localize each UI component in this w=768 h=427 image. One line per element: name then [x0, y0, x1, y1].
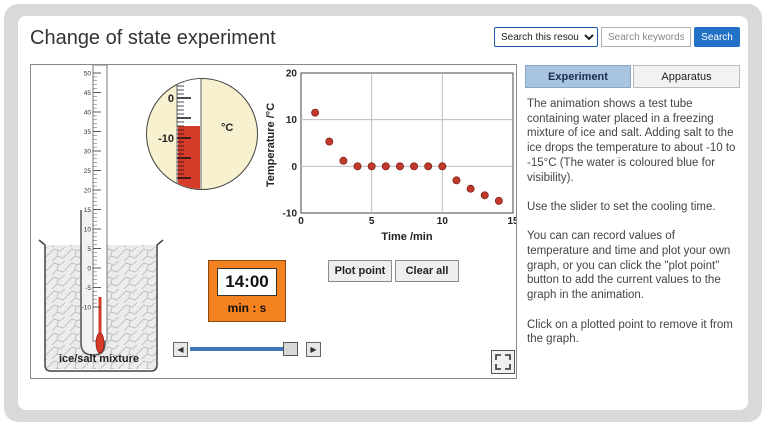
chart-point[interactable] [311, 108, 320, 117]
thermometer-tick-label: 15 [84, 207, 92, 214]
chart-point[interactable] [480, 191, 489, 200]
chart-y-tick-label: 0 [291, 162, 297, 173]
clear-all-button[interactable]: Clear all [395, 260, 459, 282]
simulation-stage: 50 45 40 35 30 25 20 15 10 5 0 -5 -10 0 -10 °C 0 5 10 1… [30, 64, 517, 379]
description-panel: The animation shows a test tube containi… [527, 97, 739, 362]
tab-apparatus[interactable]: Apparatus [633, 65, 740, 88]
thermometer-tick-label: 45 [84, 90, 92, 97]
chart-point[interactable] [381, 162, 390, 171]
timer-panel: 14:00 min : s [208, 260, 286, 322]
chart-x-tick-label: 0 [298, 216, 304, 227]
chart-point[interactable] [395, 162, 404, 171]
description-paragraph: The animation shows a test tube containi… [527, 98, 736, 184]
page-title: Change of state experiment [30, 27, 276, 49]
thermometer-tick-label: 40 [84, 110, 92, 117]
chart-point[interactable] [452, 176, 461, 185]
chart-point[interactable] [353, 162, 362, 171]
thermometer-tick-label: 0 [87, 266, 91, 273]
chart-point[interactable] [424, 162, 433, 171]
chart-point[interactable] [438, 162, 447, 171]
chart-x-tick-label: 10 [437, 216, 449, 227]
thermometer-tick-label: 5 [87, 246, 91, 253]
chart-y-tick-label: -10 [283, 209, 298, 220]
thermometer-tick-label: 35 [84, 129, 92, 136]
chart-point[interactable] [339, 156, 348, 165]
thermometer-tick-label: 30 [84, 149, 92, 156]
thermometer: 50454035302520151050-5-10 [82, 65, 108, 354]
thermometer-bulb [95, 332, 105, 354]
thermometer-tick-label: -10 [82, 305, 92, 312]
chart-point[interactable] [466, 184, 475, 193]
chart-y-tick-label: 20 [286, 69, 298, 80]
search-button[interactable]: Search [694, 27, 740, 47]
thermometer-tick-label: -5 [85, 285, 91, 292]
search-input[interactable] [601, 27, 691, 47]
chart-point[interactable] [410, 162, 419, 171]
fullscreen-icon[interactable] [491, 350, 515, 374]
slider-thumb[interactable] [283, 342, 298, 356]
thermometer-tick-label: 10 [84, 227, 92, 234]
plot-point-button[interactable]: Plot point [328, 260, 392, 282]
search-scope-select[interactable]: Search this resource [494, 27, 598, 47]
mixture-label: ice/salt mixture [58, 353, 140, 365]
description-paragraph: Click on a plotted point to remove it fr… [527, 318, 733, 346]
thermometer-tick-label: 25 [84, 168, 92, 175]
magnifier-minus-ten-label: -10 [158, 133, 174, 145]
thermometer-tick-label: 20 [84, 188, 92, 195]
chart-x-tick-label: 5 [369, 216, 375, 227]
chart-ylabel: Temperature /°C [265, 103, 277, 187]
chart-xlabel: Time /min [381, 231, 432, 243]
chart-x-tick-label: 15 [507, 216, 517, 227]
timer-units: min : s [227, 301, 267, 315]
magnifier: 0 -10 °C [146, 78, 258, 190]
magnifier-unit-label: °C [221, 122, 233, 134]
temperature-time-chart: 0 5 10 15-1001020 Time /min Temperature /°C [265, 69, 517, 244]
description-paragraph: You can can record values of temperature… [527, 230, 731, 302]
tab-experiment[interactable]: Experiment [525, 65, 631, 88]
simulation-canvas: 50454035302520151050-5-10 0 -10 °C 0 5 10 1… [38, 65, 517, 372]
timer-display: 14:00 [217, 268, 277, 296]
chart-point[interactable] [494, 196, 503, 205]
chart-point[interactable] [325, 137, 334, 146]
magnifier-zero-label: 0 [168, 93, 174, 105]
chart-point[interactable] [367, 162, 376, 171]
description-paragraph: Use the slider to set the cooling time. [527, 200, 716, 213]
slider-right-arrow-icon[interactable]: ▶ [306, 342, 321, 357]
slider-left-arrow-icon[interactable]: ◀ [173, 342, 188, 357]
time-slider[interactable] [190, 347, 294, 351]
thermometer-tick-label: 50 [84, 71, 92, 78]
chart-y-tick-label: 10 [286, 115, 298, 126]
